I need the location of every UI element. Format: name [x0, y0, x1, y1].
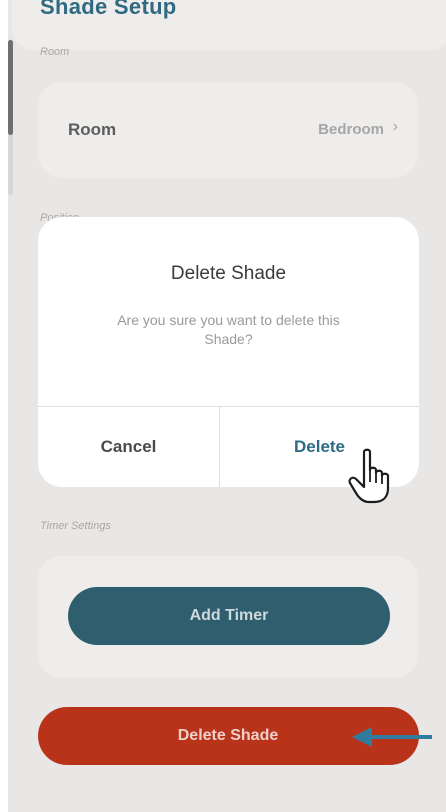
scrollbar-thumb[interactable]: [8, 40, 13, 135]
hand-pointer-icon: [348, 448, 390, 504]
room-row[interactable]: Room Bedroom ›: [38, 82, 418, 178]
arrow-left-icon: [352, 727, 432, 747]
timer-section-label: Timer Settings: [40, 520, 111, 532]
dialog-title: Delete Shade: [170, 263, 287, 284]
room-row-label: Room: [68, 120, 117, 139]
delete-shade-button[interactable]: Delete Shade: [38, 707, 432, 765]
room-section-label: Room: [40, 46, 70, 58]
room-row-value: Bedroom: [318, 121, 384, 138]
cancel-button[interactable]: Cancel: [38, 407, 219, 487]
page-title: Shade Setup: [40, 0, 177, 19]
screen-edge: [0, 0, 8, 812]
add-timer-button[interactable]: Add Timer: [68, 587, 390, 645]
chevron-right-icon: ›: [392, 118, 398, 135]
delete-shade-dialog: Delete Shade Are you sure you want to de…: [38, 217, 419, 487]
app-screen: Shade Setup Room Room Bedroom › Position…: [0, 0, 446, 812]
dialog-message: Are you sure you want to delete this Sha…: [117, 312, 340, 347]
